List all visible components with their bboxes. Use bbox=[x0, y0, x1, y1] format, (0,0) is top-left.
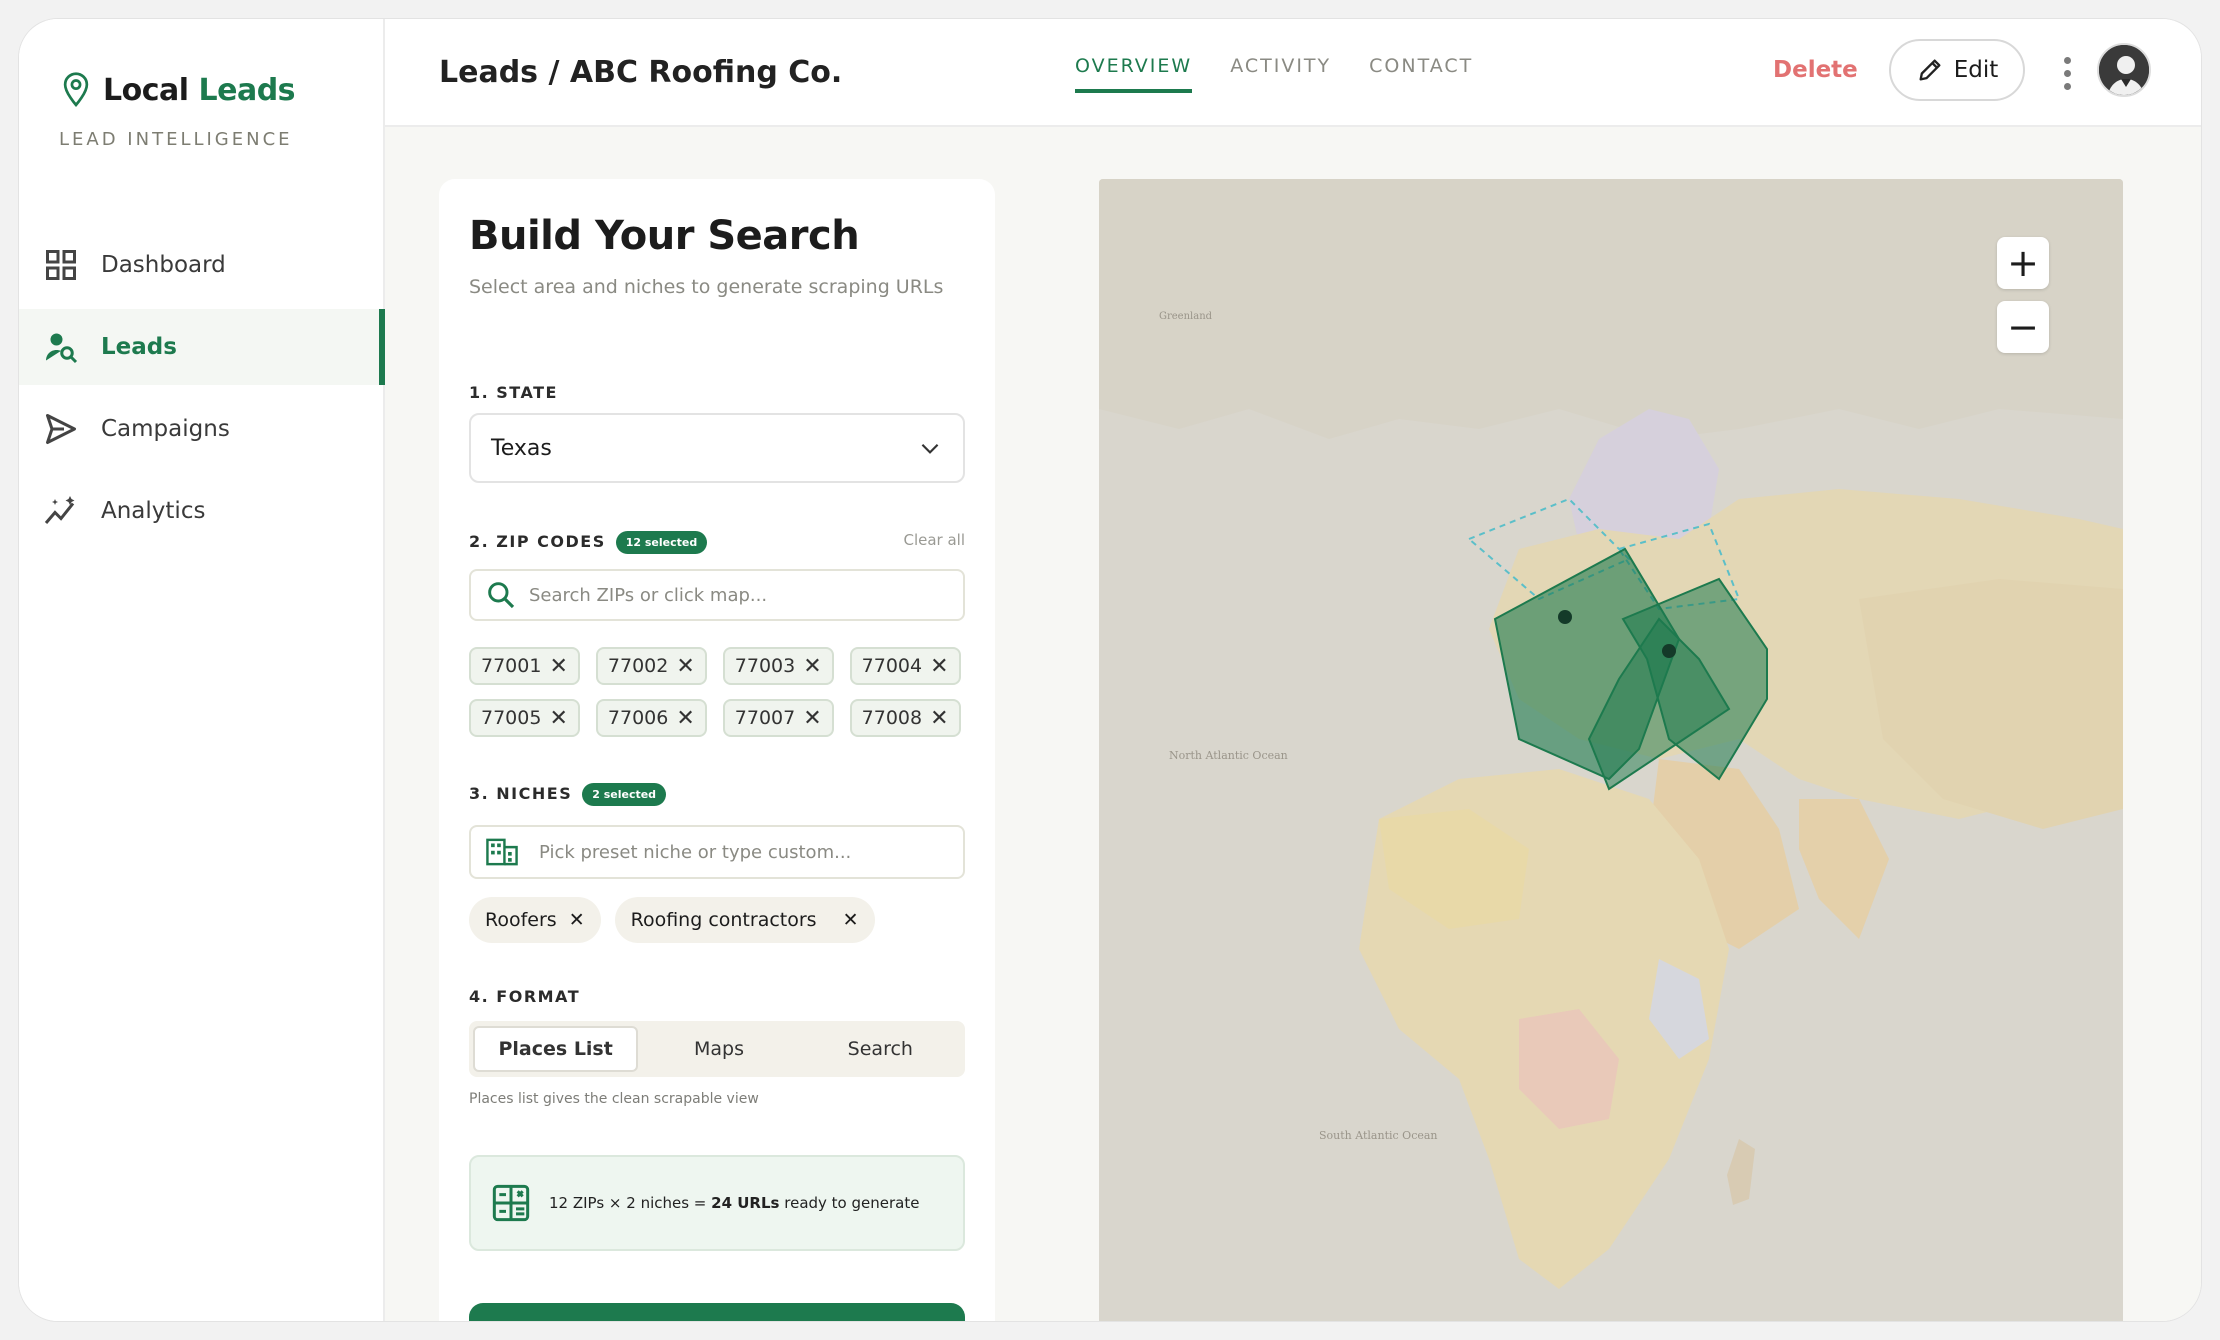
sidebar-item-campaigns[interactable]: Campaigns bbox=[19, 391, 385, 467]
top-bar: Leads / ABC Roofing Co. OVERVIEW ACTIVIT… bbox=[385, 19, 2201, 127]
sidebar-item-analytics[interactable]: Analytics bbox=[19, 473, 385, 549]
tab-activity[interactable]: ACTIVITY bbox=[1230, 55, 1331, 93]
close-icon[interactable]: ✕ bbox=[843, 909, 859, 931]
zip-chip[interactable]: 77005 ✕ bbox=[469, 699, 580, 737]
land-north bbox=[1099, 179, 2123, 439]
summary-text: 12 ZIPs × 2 niches = 24 URLs ready to ge… bbox=[549, 1194, 920, 1212]
main-content: Build Your Search Select area and niches… bbox=[385, 127, 2201, 1321]
sea-label: South Atlantic Ocean bbox=[1319, 1129, 1438, 1142]
sidebar-item-label: Campaigns bbox=[101, 416, 230, 442]
edit-button-label: Edit bbox=[1953, 57, 1999, 83]
panel-subtitle: Select area and niches to generate scrap… bbox=[469, 276, 944, 298]
niche-count-badge: 2 selected bbox=[582, 783, 667, 806]
format-option-search[interactable]: Search bbox=[800, 1026, 961, 1072]
sea-label: North Atlantic Ocean bbox=[1169, 749, 1288, 762]
brand-subtitle: LEAD INTELLIGENCE bbox=[59, 129, 293, 150]
state-label: 1. STATE bbox=[469, 383, 558, 402]
format-label: 4. FORMAT bbox=[469, 987, 581, 1006]
search-icon bbox=[488, 582, 515, 609]
format-segmented-control: Places List Maps Search bbox=[469, 1021, 965, 1077]
niches-label: 3. NICHES 2 selected bbox=[469, 783, 667, 806]
zoom-in-button[interactable]: + bbox=[1997, 237, 2049, 289]
edit-button[interactable]: Edit bbox=[1889, 39, 2025, 101]
url-summary: 12 ZIPs × 2 niches = 24 URLs ready to ge… bbox=[469, 1155, 965, 1251]
map-marker bbox=[1662, 644, 1676, 658]
sidebar-item-label: Dashboard bbox=[101, 252, 226, 278]
more-menu-icon[interactable] bbox=[2057, 57, 2077, 90]
niche-input[interactable]: Pick preset niche or type custom... bbox=[469, 825, 965, 879]
format-hint: Places list gives the clean scrapable vi… bbox=[469, 1091, 759, 1107]
niche-chip[interactable]: Roofers ✕ bbox=[469, 897, 601, 943]
sidebar-nav: Dashboard Leads Campaigns Analytics bbox=[19, 227, 385, 555]
sparkline-icon bbox=[44, 496, 75, 524]
close-icon[interactable]: ✕ bbox=[803, 706, 821, 731]
chevron-down-icon bbox=[921, 443, 939, 454]
clear-all-link[interactable]: Clear all bbox=[903, 531, 965, 549]
zip-search-placeholder: Search ZIPs or click map... bbox=[529, 584, 768, 606]
building-icon bbox=[486, 838, 518, 866]
pencil-icon bbox=[1919, 59, 1941, 81]
send-icon bbox=[46, 414, 76, 444]
brand-logo[interactable]: Local Leads bbox=[59, 71, 296, 109]
niche-input-placeholder: Pick preset niche or type custom... bbox=[539, 841, 852, 863]
state-value: Texas bbox=[491, 435, 552, 461]
zip-search-input[interactable]: Search ZIPs or click map... bbox=[469, 569, 965, 621]
close-icon[interactable]: ✕ bbox=[676, 706, 694, 731]
close-icon[interactable]: ✕ bbox=[549, 654, 567, 679]
tab-contact[interactable]: CONTACT bbox=[1369, 55, 1473, 93]
format-option-places-list[interactable]: Places List bbox=[473, 1026, 639, 1072]
panel-title: Build Your Search bbox=[469, 213, 860, 259]
zip-chip[interactable]: 77006 ✕ bbox=[595, 699, 707, 737]
world-map[interactable]: North Atlantic Ocean South Atlantic Ocea… bbox=[1099, 179, 2123, 1322]
sidebar-item-leads[interactable]: Leads bbox=[19, 309, 385, 385]
tab-bar: OVERVIEW ACTIVITY CONTACT bbox=[1075, 55, 1473, 93]
breadcrumb: Leads / ABC Roofing Co. bbox=[439, 55, 843, 90]
generate-button[interactable] bbox=[469, 1303, 965, 1321]
zip-chip[interactable]: 77007 ✕ bbox=[722, 699, 834, 737]
sea-label: Greenland bbox=[1159, 311, 1213, 322]
niche-chip[interactable]: Roofing contractors ✕ bbox=[614, 897, 875, 943]
zip-count-badge: 12 selected bbox=[615, 531, 708, 554]
niche-chip-list: Roofers ✕ Roofing contractors ✕ bbox=[469, 897, 969, 943]
sidebar-item-label: Leads bbox=[101, 334, 177, 360]
zoom-out-button[interactable]: − bbox=[1997, 301, 2049, 353]
zip-chip[interactable]: 77003 ✕ bbox=[722, 647, 834, 685]
map-view[interactable]: North Atlantic Ocean South Atlantic Ocea… bbox=[1099, 179, 2123, 1322]
search-builder-panel: Build Your Search Select area and niches… bbox=[439, 179, 995, 1321]
user-search-icon bbox=[46, 333, 78, 364]
sidebar: Local Leads LEAD INTELLIGENCE Dashboard … bbox=[19, 19, 385, 1321]
close-icon[interactable]: ✕ bbox=[549, 706, 567, 731]
zip-chip-list: 77001 ✕ 77002 ✕ 77003 ✕ 77004 ✕ 77005 ✕ 77006… bbox=[469, 647, 969, 737]
map-marker bbox=[1558, 610, 1572, 624]
close-icon[interactable]: ✕ bbox=[569, 909, 585, 931]
close-icon[interactable]: ✕ bbox=[676, 654, 694, 679]
tab-overview[interactable]: OVERVIEW bbox=[1075, 55, 1193, 93]
zip-chip[interactable]: 77004 ✕ bbox=[849, 647, 961, 685]
grid-icon bbox=[46, 250, 76, 280]
delete-button[interactable]: Delete bbox=[1773, 57, 1858, 83]
zip-chip[interactable]: 77002 ✕ bbox=[595, 647, 707, 685]
sidebar-item-dashboard[interactable]: Dashboard bbox=[19, 227, 385, 303]
state-select[interactable]: Texas bbox=[469, 413, 965, 483]
calculator-icon bbox=[492, 1184, 530, 1222]
brand-name: Local Leads bbox=[103, 72, 296, 108]
sidebar-item-label: Analytics bbox=[101, 498, 206, 524]
avatar[interactable] bbox=[2097, 43, 2151, 97]
map-pin-icon bbox=[63, 72, 89, 107]
close-icon[interactable]: ✕ bbox=[803, 654, 821, 679]
zip-chip[interactable]: 77001 ✕ bbox=[469, 647, 580, 685]
zip-chip[interactable]: 77008 ✕ bbox=[849, 699, 961, 737]
format-option-maps[interactable]: Maps bbox=[638, 1026, 799, 1072]
app-window: Local Leads LEAD INTELLIGENCE Dashboard … bbox=[18, 18, 2202, 1322]
close-icon[interactable]: ✕ bbox=[930, 654, 948, 679]
zip-codes-label: 2. ZIP CODES 12 selected bbox=[469, 531, 708, 554]
close-icon[interactable]: ✕ bbox=[930, 706, 948, 731]
